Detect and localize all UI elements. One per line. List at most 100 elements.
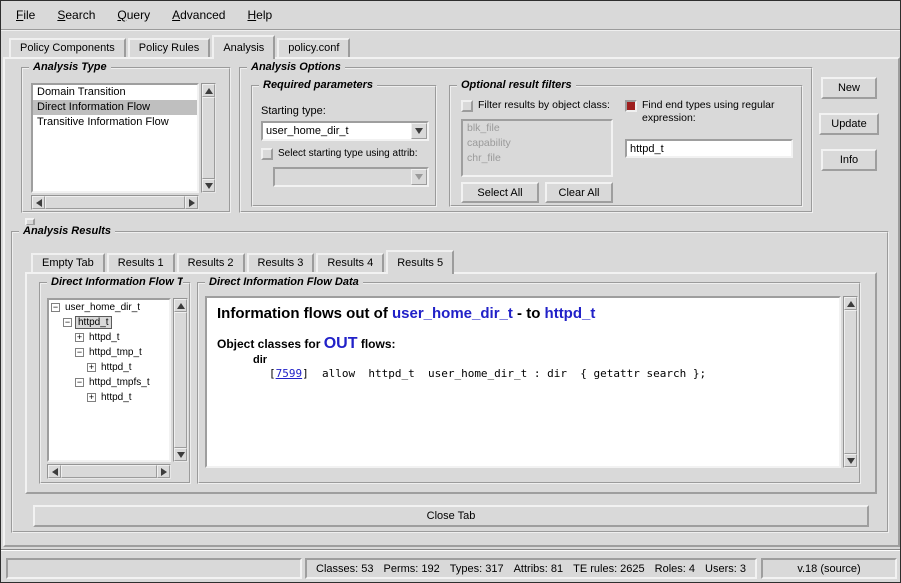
tab-policy-components[interactable]: Policy Components [9, 38, 126, 57]
chevron-down-icon [415, 128, 423, 134]
tree-node-selected[interactable]: httpd_t [49, 315, 169, 330]
expander-minus-icon[interactable] [63, 318, 72, 327]
expander-plus-icon[interactable] [75, 333, 84, 342]
heading-prefix: Information flows out of [217, 305, 392, 322]
tab-results-5[interactable]: Results 5 [386, 250, 454, 274]
up-triangle-icon [847, 301, 855, 307]
scroll-left-arrow-icon[interactable] [48, 465, 61, 478]
scrollbar-trough[interactable] [45, 196, 185, 209]
tree-node-label[interactable]: httpd_tmp_t [87, 347, 144, 358]
stat-perms: Perms: 192 [379, 563, 445, 575]
tab-policy-rules[interactable]: Policy Rules [128, 38, 211, 57]
analysis-type-hscrollbar[interactable] [31, 195, 199, 210]
menu-file[interactable]: File [5, 6, 46, 24]
classes-suffix: flows: [358, 337, 396, 351]
scrollbar-thumb[interactable] [174, 312, 187, 448]
tree-node[interactable]: httpd_t [49, 390, 169, 405]
filter-by-class-label[interactable]: Filter results by object class: [478, 99, 610, 112]
scroll-left-arrow-icon[interactable] [32, 196, 45, 209]
scrollbar-trough[interactable] [202, 97, 215, 179]
analysis-type-item[interactable]: Transitive Information Flow [33, 115, 197, 130]
classes-prefix: Object classes for [217, 337, 324, 351]
tree-node[interactable]: httpd_tmp_t [49, 345, 169, 360]
clear-all-button[interactable]: Clear All [545, 182, 613, 203]
scroll-up-arrow-icon[interactable] [844, 297, 857, 310]
right-triangle-icon [189, 199, 195, 207]
scroll-right-arrow-icon[interactable] [185, 196, 198, 209]
scrollbar-trough[interactable] [174, 312, 187, 448]
tab-results-4[interactable]: Results 4 [316, 253, 384, 272]
scroll-down-arrow-icon[interactable] [844, 454, 857, 467]
analysis-results-group: Analysis Results Empty Tab Results 1 Res… [11, 231, 889, 533]
scroll-down-arrow-icon[interactable] [202, 179, 215, 192]
tab-results-1[interactable]: Results 1 [107, 253, 175, 272]
scrollbar-thumb[interactable] [61, 465, 157, 478]
starting-type-combobox[interactable]: user_home_dir_t [261, 121, 429, 141]
scroll-up-arrow-icon[interactable] [174, 299, 187, 312]
menu-advanced[interactable]: Advanced [161, 6, 236, 24]
tree-node-label[interactable]: user_home_dir_t [63, 302, 142, 313]
stat-users: Users: 3 [700, 563, 751, 575]
flow-tree-vscrollbar[interactable] [173, 298, 188, 462]
regex-input[interactable] [625, 139, 793, 158]
object-class-name: dir [253, 354, 829, 366]
scrollbar-trough[interactable] [844, 310, 857, 454]
tab-policy-conf[interactable]: policy.conf [277, 38, 350, 57]
close-tab-button[interactable]: Close Tab [33, 505, 869, 527]
starting-type-label: Starting type: [261, 105, 326, 117]
filter-by-class-checkbox[interactable] [461, 100, 473, 112]
scrollbar-thumb[interactable] [45, 196, 185, 209]
tree-node-label[interactable]: httpd_t [99, 392, 134, 403]
tree-node-label[interactable]: httpd_t [75, 316, 112, 329]
tree-node[interactable]: httpd_t [49, 330, 169, 345]
attrib-combobox-disabled [273, 167, 429, 187]
expander-minus-icon[interactable] [75, 348, 84, 357]
rule-text: allow httpd_t user_home_dir_t : dir { ge… [309, 367, 706, 380]
update-button[interactable]: Update [819, 113, 879, 135]
scroll-down-arrow-icon[interactable] [174, 448, 187, 461]
target-type: httpd_t [545, 305, 596, 322]
tree-node[interactable]: httpd_tmpfs_t [49, 375, 169, 390]
regex-checkbox-checked[interactable] [625, 100, 637, 112]
tab-empty-tab[interactable]: Empty Tab [31, 253, 105, 272]
tree-node[interactable]: httpd_t [49, 360, 169, 375]
rule-number-link[interactable]: 7599 [276, 367, 303, 380]
optional-filters-title: Optional result filters [457, 79, 576, 91]
tab-results-2[interactable]: Results 2 [177, 253, 245, 272]
analysis-type-item[interactable]: Domain Transition [33, 85, 197, 100]
new-button[interactable]: New [821, 77, 877, 99]
expander-plus-icon[interactable] [87, 393, 96, 402]
tab-results-3[interactable]: Results 3 [247, 253, 315, 272]
menu-help[interactable]: Help [236, 6, 283, 24]
tree-node-label[interactable]: httpd_t [87, 332, 122, 343]
scroll-up-arrow-icon[interactable] [202, 84, 215, 97]
expander-minus-icon[interactable] [75, 378, 84, 387]
up-triangle-icon [177, 303, 185, 309]
scrollbar-thumb[interactable] [844, 310, 857, 454]
combobox-dropdown-button[interactable] [411, 123, 427, 139]
tab-analysis[interactable]: Analysis [212, 35, 275, 59]
analysis-type-item-selected[interactable]: Direct Information Flow [33, 100, 197, 115]
expander-plus-icon[interactable] [87, 363, 96, 372]
scrollbar-thumb[interactable] [202, 97, 215, 179]
menu-query[interactable]: Query [106, 6, 161, 24]
flow-data-vscrollbar[interactable] [843, 296, 858, 468]
scrollbar-trough[interactable] [61, 465, 157, 478]
attrib-checkbox-label[interactable]: Select starting type using attrib: [278, 147, 418, 160]
select-all-button[interactable]: Select All [461, 182, 539, 203]
menu-search[interactable]: Search [46, 6, 106, 24]
tree-node[interactable]: user_home_dir_t [49, 300, 169, 315]
flow-tree-hscrollbar[interactable] [47, 464, 171, 479]
info-button[interactable]: Info [821, 149, 877, 171]
required-parameters-title: Required parameters [259, 79, 377, 91]
stat-classes: Classes: 53 [311, 563, 378, 575]
analysis-type-vscrollbar[interactable] [201, 83, 216, 193]
left-triangle-icon [52, 468, 58, 476]
tree-node-label[interactable]: httpd_t [99, 362, 134, 373]
tree-node-label[interactable]: httpd_tmpfs_t [87, 377, 152, 388]
scroll-right-arrow-icon[interactable] [157, 465, 170, 478]
analysis-type-listbox: Domain Transition Direct Information Flo… [31, 83, 199, 193]
attrib-checkbox[interactable] [261, 148, 273, 160]
expander-minus-icon[interactable] [51, 303, 60, 312]
regex-checkbox-label[interactable]: Find end types using regular expression: [642, 99, 797, 125]
